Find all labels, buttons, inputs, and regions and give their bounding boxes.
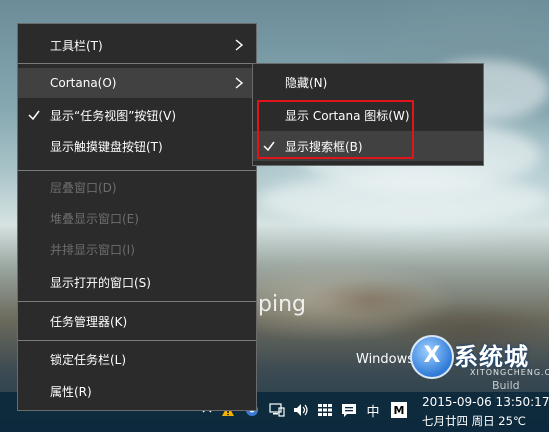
menu-item-label: 显示触摸键盘按钮(T) bbox=[50, 139, 163, 154]
submenu-item-hidden[interactable]: 隐藏(N) bbox=[253, 67, 483, 97]
menu-item-label: 并排显示窗口(I) bbox=[50, 242, 135, 257]
submenu-item-label: 隐藏(N) bbox=[285, 75, 328, 90]
site-watermark-logo: X 系统城 XITONGCHENG.COM bbox=[410, 335, 549, 390]
menu-item-label: 显示打开的窗口(S) bbox=[50, 275, 151, 290]
menu-item-label: 显示“任务视图”按钮(V) bbox=[50, 108, 177, 123]
ime-mode-indicator[interactable]: M bbox=[391, 402, 407, 418]
os-version-watermark: Windows bbox=[356, 352, 415, 367]
menu-separator bbox=[18, 63, 256, 64]
menu-item-show-touch-keyboard-button[interactable]: 显示触摸键盘按钮(T) bbox=[18, 131, 256, 161]
menu-item-show-open-windows[interactable]: 显示打开的窗口(S) bbox=[18, 267, 256, 297]
menu-item-label: 锁定任务栏(L) bbox=[50, 352, 127, 367]
menu-item-label: 属性(R) bbox=[50, 384, 92, 399]
menu-item-side-by-side-windows: 并排显示窗口(I) bbox=[18, 234, 256, 264]
volume-icon[interactable] bbox=[292, 400, 310, 420]
touch-keyboard-icon[interactable] bbox=[316, 400, 334, 420]
ime-language-indicator[interactable]: 中 bbox=[364, 400, 382, 420]
menu-item-label: 任务管理器(K) bbox=[50, 314, 128, 329]
action-center-icon[interactable] bbox=[340, 400, 358, 420]
clock-time[interactable]: 2015-09-06 13:50:17 bbox=[422, 395, 549, 409]
menu-separator bbox=[18, 301, 256, 302]
menu-item-label: 堆叠显示窗口(E) bbox=[50, 211, 139, 226]
menu-item-label: Cortana(O) bbox=[50, 76, 117, 90]
watermark-logo-icon: X bbox=[410, 335, 454, 379]
clock-date[interactable]: 七月廿四 周日 25℃ bbox=[422, 413, 526, 429]
taskbar-context-menu: 工具栏(T) Cortana(O) 显示“任务视图”按钮(V) 显示触摸键盘按钮… bbox=[17, 23, 257, 411]
menu-item-cortana[interactable]: Cortana(O) bbox=[18, 68, 256, 98]
menu-item-task-manager[interactable]: 任务管理器(K) bbox=[18, 306, 256, 336]
menu-item-lock-taskbar[interactable]: 锁定任务栏(L) bbox=[18, 344, 256, 374]
desktop-text-fragment: ping bbox=[258, 292, 306, 317]
watermark-brand: 系统城 bbox=[454, 343, 529, 371]
chevron-right-icon bbox=[235, 39, 244, 51]
menu-item-toolbars[interactable]: 工具栏(T) bbox=[18, 30, 256, 60]
menu-item-cascade-windows: 层叠窗口(D) bbox=[18, 172, 256, 202]
annotation-highlight-box bbox=[257, 100, 414, 159]
menu-separator bbox=[18, 340, 256, 341]
network-icon[interactable] bbox=[268, 400, 286, 420]
menu-item-properties[interactable]: 属性(R) bbox=[18, 376, 256, 406]
menu-item-label: 层叠窗口(D) bbox=[50, 180, 117, 195]
checkmark-icon bbox=[28, 110, 40, 121]
menu-separator bbox=[18, 170, 256, 171]
chevron-right-icon bbox=[235, 77, 244, 89]
menu-item-stack-windows: 堆叠显示窗口(E) bbox=[18, 203, 256, 233]
watermark-domain: XITONGCHENG.COM bbox=[470, 368, 549, 377]
menu-item-label: 工具栏(T) bbox=[50, 38, 103, 53]
menu-item-show-task-view-button[interactable]: 显示“任务视图”按钮(V) bbox=[18, 100, 256, 130]
